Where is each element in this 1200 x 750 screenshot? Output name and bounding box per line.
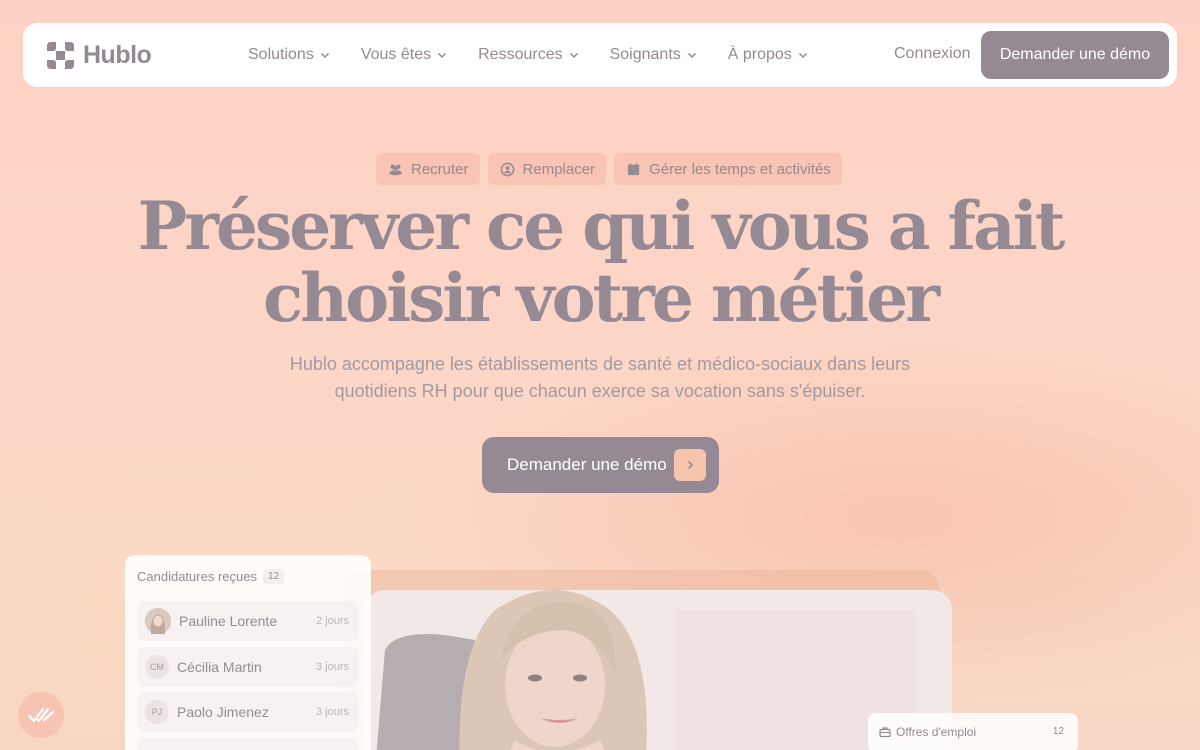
candidate-row[interactable]: Pauline Lorente 2 jours [137, 601, 359, 641]
hero-subtitle-line-1: Hublo accompagne les établissements de s… [289, 354, 911, 374]
nav-item-label: Solutions [248, 46, 314, 63]
nav-item-soignants[interactable]: Soignants [610, 46, 697, 64]
chevron-down-icon [320, 52, 329, 59]
avatar: CM [145, 655, 169, 679]
nav-item-label: Soignants [609, 46, 681, 63]
chevron-right-icon [687, 460, 694, 470]
avatar: PJ [145, 700, 169, 724]
nav-item-label: À propos [727, 46, 792, 63]
hero-photo [365, 590, 952, 750]
chevron-down-icon [798, 52, 807, 59]
candidate-time: 3 jours [315, 706, 349, 718]
avatar [145, 608, 171, 634]
chip-label: Recruter [411, 160, 469, 178]
candidate-name: Paolo Jimenez [177, 704, 269, 720]
main-nav: Solutions Vous êtes Ressources Soignants… [248, 23, 839, 87]
request-demo-button[interactable]: Demander une démo [981, 31, 1169, 79]
nav-item-a-propos[interactable]: À propos [728, 46, 808, 64]
hero-title-line-2: choisir votre métier [263, 259, 940, 337]
hero-title-line-1: Préserver ce qui vous a fait [137, 187, 1066, 265]
offres-count: 12 [1052, 726, 1064, 737]
woman-portrait-image [365, 590, 952, 750]
people-icon [388, 164, 403, 175]
nav-item-vous-etes[interactable]: Vous êtes [361, 46, 447, 64]
chip-remplacer[interactable]: Remplacer [487, 153, 607, 185]
candidate-name: Pauline Lorente [179, 613, 278, 629]
hero-demo-button[interactable]: Demander une démo [482, 437, 719, 493]
login-link[interactable]: Connexion [894, 45, 971, 63]
candidate-row[interactable]: CM Cécilia Martin 3 jours [137, 647, 359, 687]
arrow-box [674, 449, 706, 481]
calendar-icon [627, 162, 640, 175]
candidatures-title: Candidatures reçues [137, 569, 257, 584]
chip-label: Remplacer [522, 160, 596, 178]
chip-recruter[interactable]: Recruter [376, 153, 480, 185]
hero-subtitle-line-2: quotidiens RH pour que chacun exerce sa … [334, 381, 866, 401]
offres-label-text: Offres d'emploi [896, 725, 977, 739]
candidate-row[interactable]: PJ Paolo Jimenez 3 jours [137, 692, 359, 732]
hero-subtitle: Hublo accompagne les établissements de s… [260, 351, 940, 405]
brand-name: Hublo [83, 41, 152, 69]
briefcase-icon [879, 727, 891, 738]
solution-chips: Recruter Remplacer Gérer les temps et ac… [376, 153, 842, 185]
nav-item-ressources[interactable]: Ressources [478, 46, 578, 64]
hero-title: Préserver ce qui vous a fait choisir vot… [0, 190, 1200, 334]
nav-item-label: Vous êtes [360, 46, 432, 63]
chevron-down-icon [569, 52, 578, 59]
candidate-name: Cécilia Martin [177, 659, 262, 675]
avatar-photo-icon [145, 608, 171, 634]
offres-card[interactable]: Offres d'emploi 12 [868, 713, 1078, 750]
chip-gerer-temps[interactable]: Gérer les temps et activités [614, 153, 842, 185]
nav-item-solutions[interactable]: Solutions [248, 46, 330, 64]
offres-label: Offres d'emploi [879, 725, 976, 739]
candidatures-count-badge: 12 [262, 569, 285, 584]
swap-person-icon [500, 162, 514, 176]
hero-demo-button-label: Demander une démo [507, 455, 667, 474]
double-check-icon [28, 707, 54, 723]
candidate-time: 2 jours [315, 615, 349, 627]
candidatures-card: Candidatures reçues 12 Pauline Lorente 2… [125, 555, 371, 750]
chevron-down-icon [687, 52, 696, 59]
chip-label: Gérer les temps et activités [649, 160, 831, 178]
candidate-time: 3 jours [315, 661, 349, 673]
chevron-down-icon [438, 52, 447, 59]
nav-item-label: Ressources [478, 46, 563, 63]
top-navbar: Hublo Solutions Vous êtes Ressources Soi… [23, 23, 1177, 87]
candidatures-header: Candidatures reçues 12 [137, 569, 285, 584]
brand-logo[interactable]: Hublo [47, 41, 152, 70]
floating-widget-button[interactable] [18, 692, 64, 738]
candidate-row-partial [137, 738, 359, 750]
hublo-logo-icon [47, 42, 74, 69]
